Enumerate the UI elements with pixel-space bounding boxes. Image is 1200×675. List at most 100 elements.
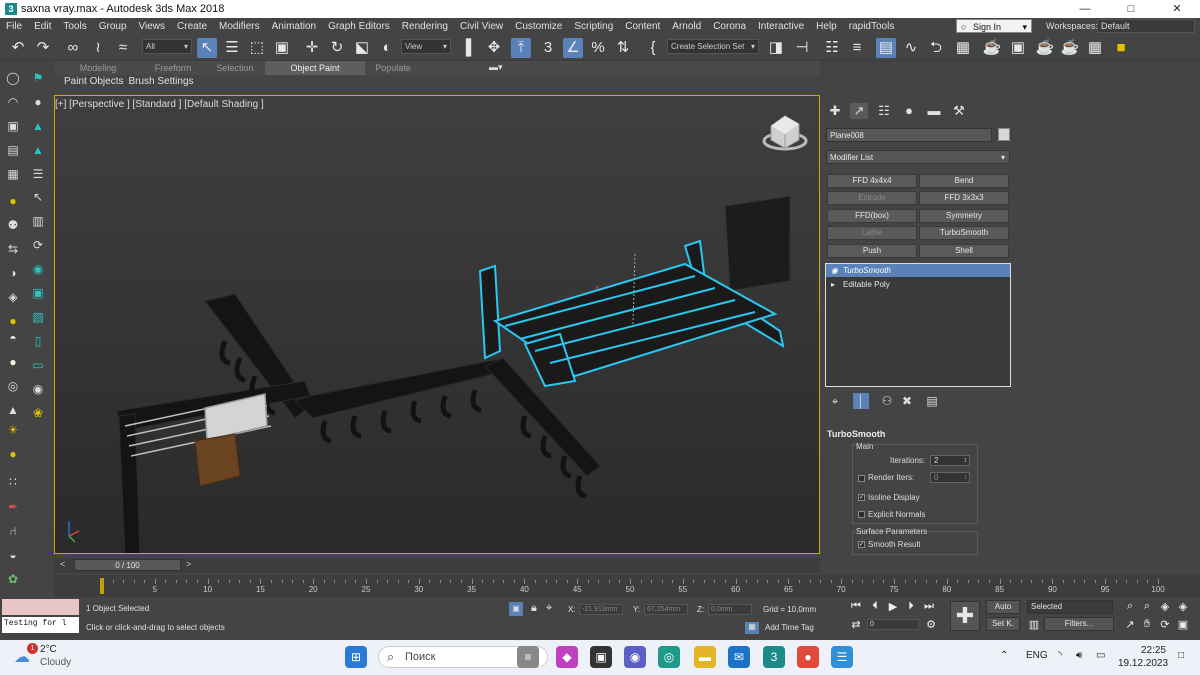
remove-modifier-icon[interactable]: ✖ [899,393,915,409]
close-button[interactable]: ✕ [1154,0,1200,18]
pivot-icon[interactable]: ▐ [456,38,476,58]
tab-modeling[interactable]: Modeling [55,61,141,75]
render-iters-checkbox[interactable] [858,475,865,482]
lock-selection-icon[interactable]: 🔒︎ [531,602,537,615]
sphere-light-icon[interactable]: ● [5,354,21,370]
play-icon[interactable]: ▶ [886,600,900,613]
prev-frame-icon[interactable]: ⏴︎ [868,600,882,613]
notifications-icon[interactable]: □ [1178,650,1184,661]
landscape-icon[interactable]: ▲ [30,118,46,134]
absolute-mode-icon[interactable]: ⌖ [546,602,552,615]
teams-icon[interactable]: ◉ [624,646,646,668]
manipulate-icon[interactable]: ✥ [484,38,504,58]
mirror-tool-icon[interactable]: ⇆ [5,241,21,257]
named-selection-set-select[interactable]: Create Selection Set [667,39,759,54]
unlink-icon[interactable]: ≀ [88,38,108,58]
brush-settings-item[interactable]: Brush Settings [128,75,198,90]
system-clock[interactable]: 22:25 19.12.2023 [1118,644,1168,670]
edit-named-selection-icon[interactable]: { [643,38,663,58]
minimize-button[interactable]: — [1062,0,1108,18]
weather-temperature[interactable]: 2°C [40,644,57,655]
goto-start-icon[interactable]: ⏮︎ [849,600,863,613]
menu-rapidtools[interactable]: rapidTools [843,21,901,32]
rendered-frame-icon[interactable]: ▣ [1008,38,1028,58]
time-slider-thumb[interactable]: 0 / 100 [74,559,181,571]
snaps-3d-icon[interactable]: 3 [538,38,558,58]
people-icon[interactable]: ⚉ [5,217,21,233]
list-icon[interactable]: ☰ [30,166,46,182]
track-bar[interactable]: 5 10 15 20 25 30 35 40 45 50 55 60 65 70 75 80 85 90 95 100 [54,575,1200,597]
object-color-swatch[interactable] [998,128,1010,141]
material-editor-icon[interactable]: ▦ [953,38,973,58]
menu-tools[interactable]: Tools [57,21,92,32]
cursor-icon[interactable]: ↖ [30,189,46,205]
task-view-icon[interactable]: ▣ [590,646,612,668]
percent-snap-icon[interactable]: % [588,38,608,58]
place-icon[interactable]: ◐ [377,38,397,58]
create-geometry-icon[interactable]: ◯ [5,70,21,86]
mod-turbosmooth-button[interactable]: TurboSmooth [919,226,1009,240]
add-time-tag[interactable]: Add Time Tag [765,623,814,632]
modify-tab-icon[interactable]: ↗ [850,103,868,119]
eye-icon[interactable]: ◎ [5,378,21,394]
angle-snap-icon[interactable]: ∠ [563,38,583,58]
schematic-view-icon[interactable]: ⮌ [926,38,946,58]
search-highlight-icon[interactable]: ≡ [517,646,539,668]
rect-selection-icon[interactable]: ⬚ [247,38,267,58]
stack-item-editable-poly[interactable]: ▸ Editable Poly [826,278,1010,291]
set-key-button[interactable]: Set K. [986,617,1020,631]
create-helper-icon[interactable]: ● [30,94,46,110]
chair-icon[interactable]: ⑁ [5,523,21,539]
tray-overflow-icon[interactable]: ⌃ [1000,650,1008,661]
move-icon[interactable]: ✛ [302,38,322,58]
mod-lathe-button[interactable]: Lathe [827,226,917,240]
y-coordinate-field[interactable]: 67,254mm [644,604,688,615]
volume-icon[interactable]: 🔊︎ [1076,650,1082,661]
mod-ffd-3x3x3-button[interactable]: FFD 3x3x3 [919,191,1009,205]
maxscript-listener[interactable] [2,599,79,615]
menu-edit[interactable]: Edit [28,21,57,32]
camera-icon[interactable]: ◈ [5,289,21,305]
create-tab-icon[interactable]: ✚ [826,103,844,119]
fov-icon[interactable]: ↗ [1123,618,1137,631]
auto-key-button[interactable]: Auto [986,600,1020,614]
menu-customize[interactable]: Customize [509,21,568,32]
workspace-select[interactable]: Default [1097,19,1195,33]
mod-ffd-4x4x4-button[interactable]: FFD 4x4x4 [827,174,917,188]
display-tab-icon[interactable]: ▬ [925,103,943,119]
sun-icon[interactable]: ● [5,313,21,329]
view-icon[interactable]: ◉ [30,381,46,397]
ribbon-toggle-icon[interactable]: ▤ [876,38,896,58]
edge-icon[interactable]: ◎ [658,646,680,668]
scale-icon[interactable]: ⬕ [352,38,372,58]
bind-spacewarp-icon[interactable]: ≈ [113,38,133,58]
maximize-viewport-icon[interactable]: ▣ [1176,618,1190,631]
zoom-icon[interactable]: ⌕ [1123,600,1137,613]
tab-object-paint[interactable]: Object Paint [265,61,365,75]
tab-populate[interactable]: Populate [365,61,421,75]
daylight-icon[interactable]: ● [5,446,21,462]
menu-graph-editors[interactable]: Graph Editors [322,21,396,32]
zoom-extents-icon[interactable]: ◈ [1158,600,1172,613]
scatter-icon[interactable]: ∷ [5,474,21,490]
motion-tab-icon[interactable]: ● [900,103,918,119]
expand-arrow-icon[interactable]: ▸ [831,278,835,291]
window-crossing-icon[interactable]: ▣ [272,38,292,58]
scene-explorer-icon[interactable]: ☷ [822,38,842,58]
tree-icon[interactable]: ▲ [30,142,46,158]
smooth-result-checkbox[interactable]: ✓ [858,541,865,548]
mod-symmetry-button[interactable]: Symmetry [919,209,1009,223]
box-icon[interactable]: ▣ [5,118,21,134]
time-tag-icon[interactable]: ▦ [745,622,759,634]
x-coordinate-field[interactable]: -21,913mm [579,604,623,615]
layer-explorer-icon[interactable]: ≡ [847,38,867,58]
paste-icon[interactable]: ▥ [30,213,46,229]
ribbon-options-icon[interactable]: ▬▾ [489,62,511,74]
viewcube-icon[interactable] [762,115,808,151]
mod-push-button[interactable]: Push [827,244,917,258]
z-coordinate-field[interactable]: 0,0mm [708,604,752,615]
weather-description[interactable]: Cloudy [40,657,71,668]
array-icon[interactable]: ◑ [5,265,21,281]
isoline-display-checkbox[interactable]: ✓ [858,494,865,501]
menu-help[interactable]: Help [810,21,843,32]
